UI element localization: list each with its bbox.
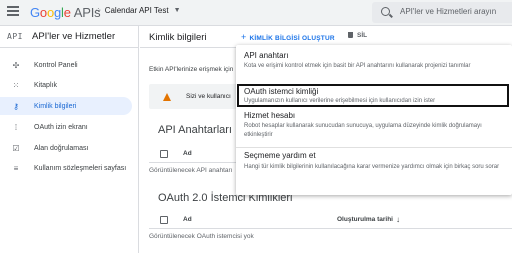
sidebar-item-oauth-consent[interactable]: ⁞ OAuth izin ekranı	[0, 118, 139, 136]
warning-text: Sizi ve kullanıcı	[186, 93, 231, 100]
sidebar-title: API'ler ve Hizmetler	[32, 31, 116, 42]
menu-item-title: Seçmeme yardım et	[244, 151, 316, 160]
sidebar: API API'ler ve Hizmetler ✣ Kontrol Panel…	[0, 26, 139, 253]
api-keys-empty: Görüntülenecek API anahtarı	[149, 167, 233, 174]
logo-letter: G	[30, 5, 40, 20]
delete-button[interactable]: SİL	[348, 32, 367, 39]
consent-icon: ⁞	[14, 122, 18, 132]
oauth-empty: Görüntülenecek OAuth istemcisi yok	[149, 233, 254, 240]
sidebar-item-label: Kitaplık	[34, 81, 57, 89]
menu-item-desc: Hangi tür kimlik bilgilerinin kullanılac…	[244, 164, 500, 170]
sidebar-item-label: Kullanım sözleşmeleri sayfası	[34, 164, 127, 172]
menu-item-title: Hizmet hesabı	[244, 111, 296, 120]
api-keys-title: API Anahtarları	[158, 124, 232, 136]
menu-item-desc: Robot hesaplar kullanarak sunucudan sunu…	[244, 123, 482, 138]
column-header-created[interactable]: Oluşturulma tarihi	[337, 216, 393, 223]
sidebar-item-agreements[interactable]: ≡ Kullanım sözleşmeleri sayfası	[0, 159, 139, 177]
menu-item-desc: Kota ve erişimi kontrol etmek için basit…	[244, 63, 471, 69]
info-text: Etkin API'lerinize erişmek için	[149, 66, 234, 73]
library-icon: ⁙	[12, 80, 20, 90]
column-header-name[interactable]: Ad	[183, 216, 192, 223]
delete-label: SİL	[357, 32, 368, 39]
project-selector[interactable]: ⁘ Calendar API Test ▼	[95, 6, 181, 15]
sidebar-item-label: Kontrol Paneli	[34, 61, 78, 69]
sidebar-item-library[interactable]: ⁙ Kitaplık	[0, 76, 139, 94]
top-bar: Google APIs ⁘ Calendar API Test ▼ API'ler…	[0, 0, 512, 26]
sidebar-item-dashboard[interactable]: ✣ Kontrol Paneli	[0, 56, 139, 74]
search-input[interactable]: API'ler ve Hizmetleri arayın	[372, 2, 512, 23]
search-icon	[381, 7, 390, 16]
logo-letter: o	[39, 5, 47, 20]
create-credentials-label: KİMLİK BİLGİSİ OLUŞTUR	[249, 35, 335, 42]
search-placeholder: API'ler ve Hizmetleri arayın	[400, 7, 497, 16]
dashboard-icon: ✣	[12, 60, 20, 70]
google-apis-logo[interactable]: Google APIs	[30, 5, 101, 20]
highlight-frame	[237, 84, 509, 107]
plus-icon: +	[241, 32, 247, 42]
menu-item-title: API anahtarı	[244, 51, 289, 60]
key-icon: ⚷	[13, 101, 19, 111]
project-icon: ⁘	[95, 6, 102, 15]
warning-icon	[163, 93, 171, 101]
select-all-checkbox[interactable]	[160, 216, 168, 224]
menu-item-service-account[interactable]: Hizmet hesabı Robot hesaplar kullanarak …	[236, 109, 512, 147]
sidebar-item-label: Alan doğrulaması	[34, 144, 89, 152]
page-title: Kimlik bilgileri	[149, 32, 207, 43]
checkbox-icon: ☑	[12, 143, 20, 153]
logo-letter: g	[53, 5, 62, 20]
create-credentials-button[interactable]: + KİMLİK BİLGİSİ OLUŞTUR	[241, 32, 335, 42]
logo-letter: o	[46, 5, 54, 20]
menu-item-api-key[interactable]: API anahtarı Kota ve erişimi kontrol etm…	[236, 45, 512, 83]
logo-letter: e	[63, 5, 71, 20]
oauth-table-header: Ad Oluşturulma tarihi ↓	[149, 212, 512, 229]
sidebar-item-label: OAuth izin ekranı	[34, 123, 88, 131]
settings-list-icon: ≡	[13, 163, 19, 173]
sidebar-header: API API'ler ve Hizmetler	[0, 26, 138, 48]
sidebar-item-credentials[interactable]: ⚷ Kimlik bilgileri	[0, 97, 132, 115]
trash-icon	[348, 32, 353, 38]
sidebar-item-label: Kimlik bilgileri	[34, 102, 77, 110]
project-name: Calendar API Test	[104, 6, 169, 15]
select-all-checkbox[interactable]	[160, 150, 168, 158]
chevron-down-icon: ▼	[173, 7, 181, 14]
sidebar-item-domain-verification[interactable]: ☑ Alan doğrulaması	[0, 139, 139, 157]
sort-down-icon[interactable]: ↓	[396, 215, 400, 224]
column-header-name[interactable]: Ad	[183, 150, 192, 157]
hamburger-menu-icon[interactable]	[7, 6, 19, 16]
menu-divider	[236, 147, 512, 148]
api-badge-icon: API	[7, 32, 23, 41]
create-credentials-menu: API anahtarı Kota ve erişimi kontrol etm…	[236, 45, 512, 195]
